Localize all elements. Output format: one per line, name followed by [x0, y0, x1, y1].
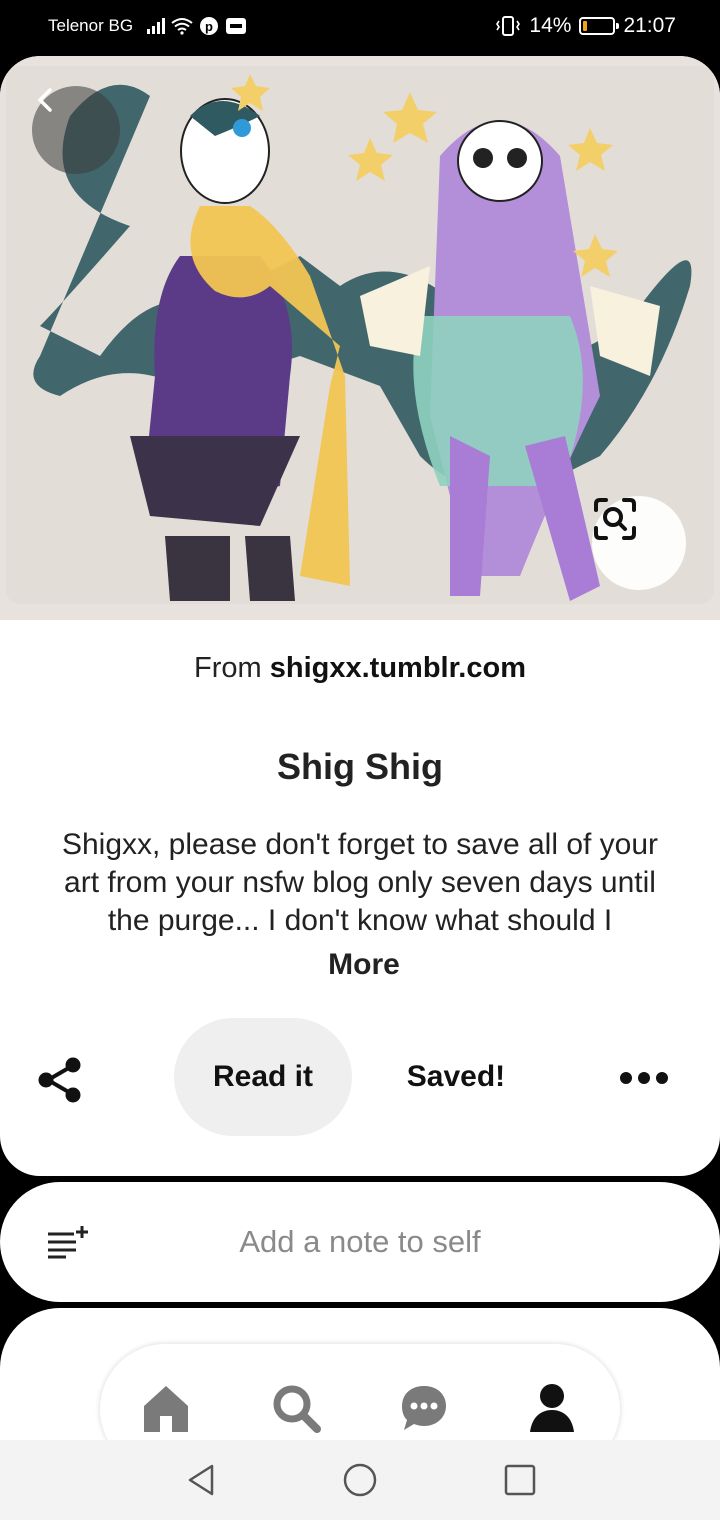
clock: 21:07 — [623, 14, 676, 37]
status-right: 14% 21:07 — [495, 14, 676, 38]
home-icon — [144, 1386, 188, 1432]
more-horizontal-icon — [620, 1072, 668, 1084]
chat-bubble-icon — [402, 1386, 446, 1430]
read-it-button[interactable]: Read it — [174, 1018, 352, 1136]
signal-icon — [147, 18, 166, 34]
pin-description: Shigxx, please don't forget to save all … — [61, 828, 659, 937]
square-recents-icon — [504, 1464, 536, 1496]
tab-messages[interactable] — [398, 1382, 450, 1434]
status-bar: Telenor BG p 14% 21:07 — [0, 0, 720, 56]
left-character-boots — [165, 536, 230, 601]
system-recents-button[interactable] — [502, 1462, 538, 1498]
status-left: Telenor BG p — [48, 16, 247, 36]
battery-percent: 14% — [529, 14, 572, 37]
pin-card: From shigxx.tumblr.com Shig Shig Shigxx,… — [0, 56, 720, 1176]
left-character-eye — [233, 119, 251, 137]
share-button[interactable] — [34, 1054, 86, 1106]
visual-search-icon — [594, 498, 636, 540]
saved-button[interactable]: Saved! — [386, 1018, 526, 1136]
circle-home-icon — [343, 1463, 377, 1497]
system-back-button[interactable] — [184, 1462, 220, 1498]
more-options-button[interactable] — [612, 1058, 676, 1098]
pin-title: Shig Shig — [277, 746, 443, 787]
source-prefix: From — [194, 652, 262, 684]
svg-text:p: p — [205, 19, 213, 34]
note-input[interactable] — [120, 1182, 600, 1302]
tab-search[interactable] — [270, 1382, 322, 1434]
back-button[interactable] — [32, 86, 120, 174]
status-left-icons: p — [147, 16, 247, 36]
profile-icon — [530, 1384, 574, 1432]
right-character-head — [457, 120, 543, 202]
chevron-left-icon — [38, 88, 52, 112]
battery-icon — [579, 17, 620, 35]
note-card — [0, 1182, 720, 1302]
triangle-back-icon — [188, 1464, 214, 1496]
pinterest-notification-icon: p — [200, 17, 219, 35]
visual-search-button[interactable] — [592, 496, 686, 590]
pin-source[interactable]: From shigxx.tumblr.com — [0, 652, 720, 685]
share-icon — [38, 1057, 81, 1103]
tab-profile[interactable] — [526, 1382, 578, 1434]
more-link[interactable]: More — [0, 948, 720, 982]
vibrate-icon — [496, 16, 521, 36]
pin-image[interactable] — [0, 56, 720, 620]
source-domain-link[interactable]: shigxx.tumblr.com — [270, 652, 526, 684]
carrier-name: Telenor BG — [48, 16, 134, 35]
add-note-icon — [48, 1226, 88, 1259]
tab-bar — [100, 1344, 620, 1440]
wifi-icon — [171, 18, 193, 35]
system-navigation-bar — [0, 1440, 720, 1520]
system-home-button[interactable] — [342, 1462, 378, 1498]
battery-level — [583, 21, 588, 31]
search-icon — [273, 1385, 321, 1433]
pin-action-bar: Read it Saved! — [0, 1018, 720, 1138]
notification-icon — [226, 18, 247, 34]
left-character-boots-right — [245, 536, 295, 601]
tab-home[interactable] — [140, 1382, 192, 1434]
bottom-nav-container — [0, 1308, 720, 1440]
